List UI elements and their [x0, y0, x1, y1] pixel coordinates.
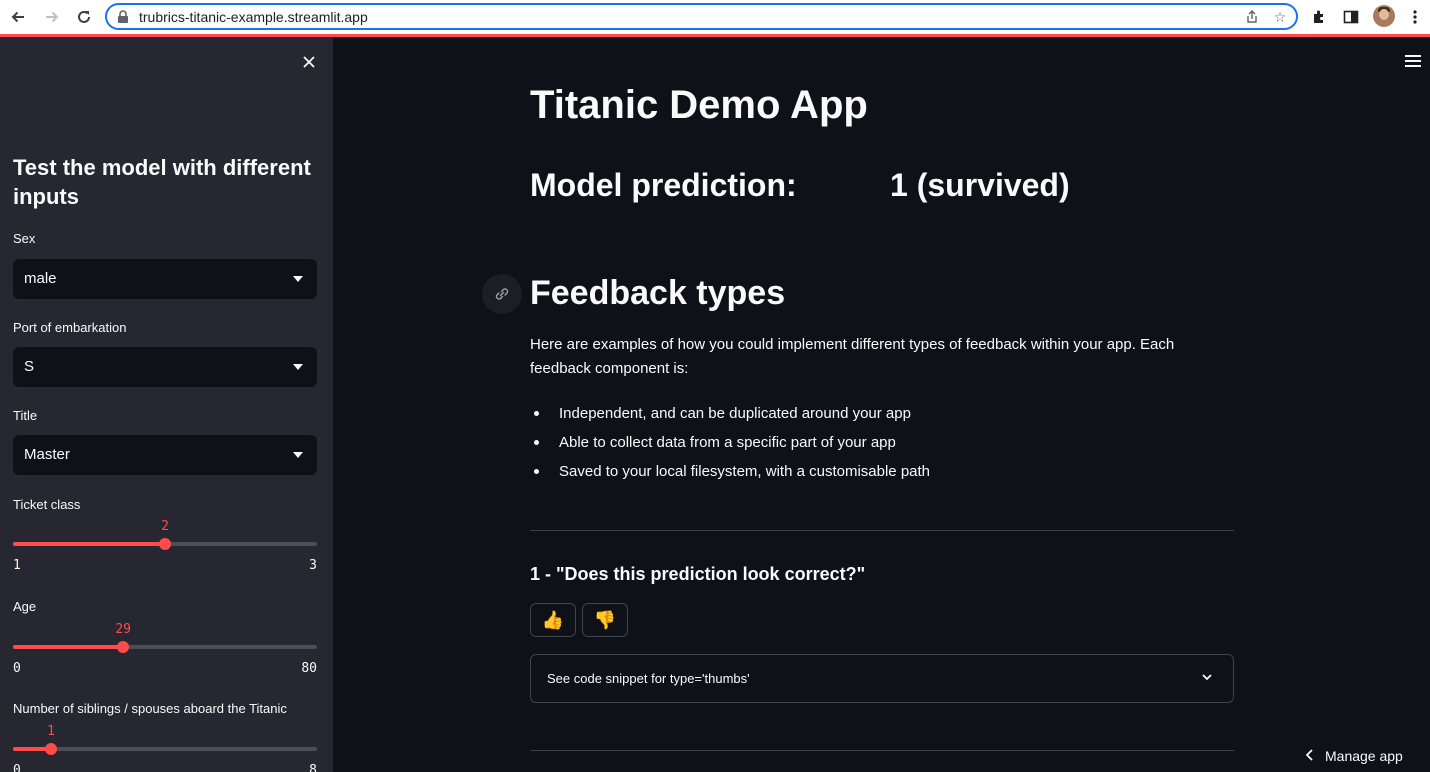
hamburger-menu-icon[interactable] [1405, 55, 1421, 67]
manage-app-button[interactable]: Manage app [1305, 744, 1403, 768]
title-select[interactable]: Master [13, 435, 317, 475]
close-sidebar-icon[interactable] [298, 51, 320, 73]
section-title: Feedback types [530, 274, 786, 312]
slider-min: 1 [13, 558, 21, 573]
anchor-link-icon[interactable] [482, 274, 522, 314]
port-value: S [24, 358, 35, 375]
list-item: Able to collect data from a specific par… [530, 428, 930, 457]
slider-thumb[interactable] [45, 743, 57, 755]
list-item: Saved to your local filesystem, with a c… [530, 457, 930, 486]
slider-thumb[interactable] [159, 538, 171, 550]
address-bar[interactable]: trubrics-titanic-example.streamlit.app ☆ [105, 3, 1298, 30]
reload-icon[interactable] [72, 5, 96, 29]
slider-max: 80 [301, 661, 317, 676]
kebab-menu-icon[interactable] [1404, 6, 1426, 28]
slider-current-value: 29 [115, 622, 132, 637]
bookmark-star-icon[interactable]: ☆ [1271, 8, 1289, 26]
thumbs-down-button[interactable]: 👎 [582, 603, 628, 637]
forward-icon[interactable] [40, 5, 64, 29]
prediction-value: 1 (survived) [890, 167, 1070, 203]
age-slider[interactable]: 29 0 80 [13, 622, 317, 685]
share-icon[interactable] [1243, 8, 1261, 26]
siblings-slider[interactable]: 1 0 8 [13, 724, 317, 772]
divider [530, 750, 1234, 751]
profile-avatar[interactable] [1373, 5, 1395, 27]
ticket-class-slider[interactable]: 2 1 3 [13, 519, 317, 582]
slider-track[interactable] [13, 747, 317, 751]
intro-paragraph: Here are examples of how you could imple… [530, 336, 1175, 377]
slider-thumb[interactable] [117, 641, 130, 653]
thumbs-up-button[interactable]: 👍 [530, 603, 576, 637]
slider-max: 3 [309, 558, 317, 573]
slider-fill [13, 645, 124, 649]
extensions-icon[interactable] [1308, 6, 1330, 28]
list-item: Independent, and can be duplicated aroun… [530, 399, 930, 428]
back-icon[interactable] [6, 5, 30, 29]
sidebar-title: Test the model with different inputs [13, 155, 311, 209]
sidebar: Test the model with different inputs Sex… [0, 37, 333, 772]
slider-max: 8 [309, 763, 317, 772]
slider-min: 0 [13, 763, 21, 772]
caret-down-icon [293, 276, 303, 282]
side-panel-icon[interactable] [1340, 6, 1362, 28]
slider-fill [13, 542, 165, 546]
title-value: Master [24, 446, 70, 463]
age-label: Age [13, 599, 37, 614]
chevron-left-icon [1305, 748, 1315, 764]
siblings-label: Number of siblings / spouses aboard the … [13, 701, 287, 716]
caret-down-icon [293, 364, 303, 370]
sex-value: male [24, 270, 57, 287]
title-label: Title [13, 408, 38, 423]
sex-select[interactable]: male [13, 259, 317, 299]
slider-current-value: 1 [47, 724, 55, 739]
manage-app-label: Manage app [1325, 748, 1403, 764]
expander-label: See code snippet for type='thumbs' [547, 671, 750, 686]
lock-icon [117, 10, 129, 29]
caret-down-icon [293, 452, 303, 458]
port-select[interactable]: S [13, 347, 317, 387]
url-text: trubrics-titanic-example.streamlit.app [139, 9, 368, 25]
divider [530, 530, 1234, 531]
slider-current-value: 2 [161, 519, 169, 534]
port-label: Port of embarkation [13, 320, 127, 335]
question-heading: 1 - "Does this prediction look correct?" [530, 564, 866, 584]
feature-list: Independent, and can be duplicated aroun… [530, 399, 930, 486]
code-snippet-expander[interactable]: See code snippet for type='thumbs' [530, 654, 1234, 703]
prediction-label: Model prediction: [530, 167, 797, 203]
sex-label: Sex [13, 231, 36, 246]
page-title: Titanic Demo App [530, 83, 868, 127]
ticket-class-label: Ticket class [13, 497, 81, 512]
chevron-down-icon [1199, 669, 1215, 685]
browser-toolbar: trubrics-titanic-example.streamlit.app ☆ [0, 0, 1430, 34]
slider-min: 0 [13, 661, 21, 676]
